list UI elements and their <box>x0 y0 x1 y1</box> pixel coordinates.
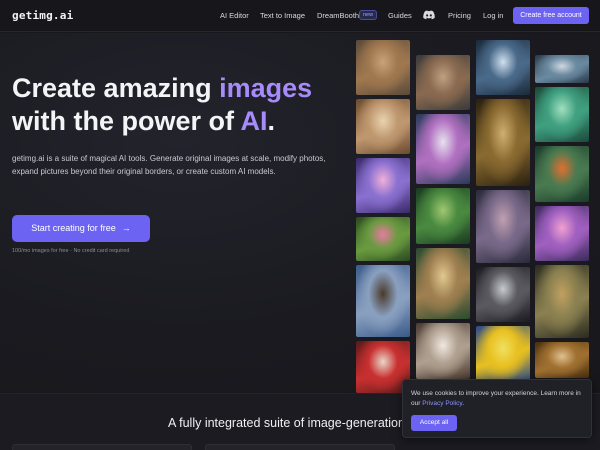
headline-text: Create amazing <box>12 73 220 103</box>
discord-icon[interactable] <box>423 10 435 20</box>
nav-dreambooth[interactable]: DreamBooth <box>317 11 359 20</box>
accept-all-button[interactable]: Accept all <box>411 415 457 431</box>
nav-text-to-image[interactable]: Text to Image <box>260 11 305 20</box>
headline-accent-images: images <box>219 73 313 103</box>
privacy-policy-link[interactable]: Privacy Policy <box>422 400 462 407</box>
gallery-image-church-interior <box>416 323 470 379</box>
start-creating-button[interactable]: Start creating for free → <box>12 215 150 242</box>
hero-description: getimg.ai is a suite of magical AI tools… <box>12 154 326 176</box>
headline-text: with the power of <box>12 106 241 136</box>
gallery-image-fluffy-cat <box>356 158 410 213</box>
new-badge: new <box>359 10 378 20</box>
gallery-image-flower-goddess <box>416 114 470 184</box>
gallery-image-green-hair-woman <box>535 87 589 142</box>
gallery-image-misty-forest <box>476 190 530 263</box>
gallery-image-portrait-man-glasses <box>356 40 410 95</box>
gallery-image-gray-sneaker <box>476 267 530 322</box>
gallery-image-jungle-pyramid <box>416 248 470 319</box>
headline-line-2: with the power of AI. <box>12 105 312 138</box>
cookie-banner: We use cookies to improve your experienc… <box>402 379 592 438</box>
gallery-image-curly-hair-man <box>416 55 470 110</box>
logo[interactable]: getimg.ai <box>12 9 73 22</box>
gallery-image-koi-fish <box>535 146 589 202</box>
arrow-right-icon: → <box>121 223 131 233</box>
fine-print: 100/mo images for free · No credit card … <box>12 248 130 254</box>
gallery-image-bedroom-interior <box>356 99 410 154</box>
nav-guides[interactable]: Guides <box>388 11 412 20</box>
gallery-image-rose-bush <box>356 217 410 261</box>
gallery-image-pikachu <box>476 326 530 382</box>
headline-period: . <box>267 106 276 136</box>
gallery-image-golden-mask <box>476 99 530 186</box>
gallery-image-horse-rider <box>356 265 410 337</box>
gallery-image-painted-portrait <box>535 342 589 378</box>
hero-headline: Create amazing images with the power of … <box>12 72 312 138</box>
nav-ai-editor[interactable]: AI Editor <box>220 11 249 20</box>
cookie-period: . <box>462 400 464 407</box>
features-title: A fully integrated suite of image-genera… <box>168 416 405 430</box>
headline-line-1: Create amazing images <box>12 72 312 105</box>
headline-accent-ai: AI <box>240 106 268 136</box>
gallery-image-hamster <box>535 206 589 261</box>
feature-card <box>12 444 192 450</box>
gallery-image-green-trees <box>416 188 470 244</box>
feature-card <box>205 444 395 450</box>
gallery-image-ocean-wave <box>476 40 530 95</box>
nav-pricing[interactable]: Pricing <box>448 11 471 20</box>
create-free-account-button[interactable]: Create free account <box>513 7 589 24</box>
cookie-text: We use cookies to improve your experienc… <box>411 389 587 409</box>
gallery-image-lake-mountains <box>535 55 589 83</box>
top-navigation-bar: getimg.ai AI Editor Text to Image DreamB… <box>0 0 600 32</box>
start-creating-label: Start creating for free <box>31 223 116 233</box>
nav-login[interactable]: Log in <box>483 11 503 20</box>
gallery-image-feathered-woman <box>535 265 589 338</box>
